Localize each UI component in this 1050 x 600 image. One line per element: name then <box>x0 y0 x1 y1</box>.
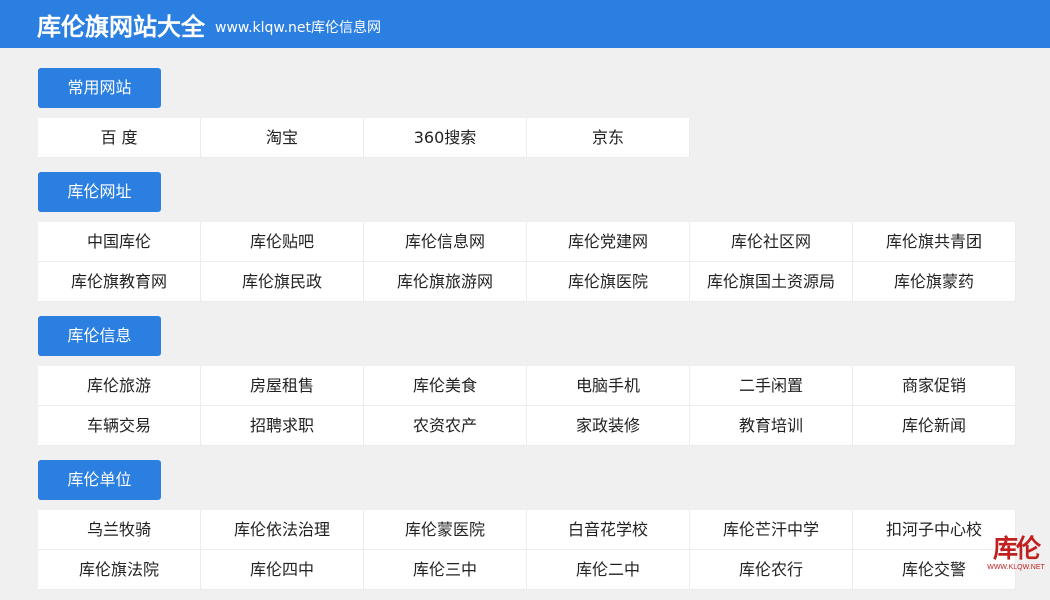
site-link[interactable]: 库伦旗蒙药 <box>853 262 1016 302</box>
site-link[interactable]: 乌兰牧骑 <box>38 510 201 550</box>
site-link[interactable]: 库伦旗教育网 <box>38 262 201 302</box>
site-link[interactable]: 库伦农行 <box>690 550 853 590</box>
site-link[interactable]: 库伦二中 <box>527 550 690 590</box>
page-title: 库伦旗网站大全 <box>37 12 205 41</box>
site-link[interactable]: 库伦芒汗中学 <box>690 510 853 550</box>
site-link[interactable]: 库伦蒙医院 <box>364 510 527 550</box>
link-section: 库伦单位乌兰牧骑 库伦依法治理 库伦蒙医院 白音花学校 库伦芒汗中学 扣河子中心校 库伦旗法… <box>38 460 1016 590</box>
site-link[interactable]: 库伦三中 <box>364 550 527 590</box>
site-link[interactable]: 库伦旗共青团 <box>853 222 1016 262</box>
site-link[interactable]: 库伦社区网 <box>690 222 853 262</box>
link-section: 常用网站百 度淘宝 360搜索 京东 <box>38 68 1015 158</box>
site-link[interactable]: 库伦党建网 <box>527 222 690 262</box>
logo-mark: 库伦 <box>992 534 1041 563</box>
section-header-button[interactable]: 库伦信息 <box>38 316 161 356</box>
site-link[interactable]: 库伦旗法院 <box>38 550 201 590</box>
site-link[interactable]: 房屋租售 <box>201 366 364 406</box>
link-section: 库伦信息库伦旅游 房屋租售 库伦美食 电脑手机 二手闲置 商家促销车辆交易 招聘求职 农资农产… <box>38 316 1016 446</box>
logo-url: WWW.KLQW.NET <box>987 564 1045 571</box>
site-link[interactable]: 库伦旗国土资源局 <box>690 262 853 302</box>
site-link[interactable]: 教育培训 <box>690 406 853 446</box>
site-link[interactable]: 库伦旗旅游网 <box>364 262 527 302</box>
site-link[interactable]: 库伦旗民政 <box>201 262 364 302</box>
link-grid: 库伦旅游 房屋租售 库伦美食 电脑手机 二手闲置 商家促销车辆交易 招聘求职 农资农产 家政装修… <box>38 366 1016 446</box>
site-link[interactable]: 农资农产 <box>364 406 527 446</box>
site-link[interactable]: 库伦新闻 <box>853 406 1016 446</box>
site-link[interactable]: 招聘求职 <box>201 406 364 446</box>
site-link[interactable]: 京东 <box>527 118 690 158</box>
site-link[interactable]: 白音花学校 <box>527 510 690 550</box>
site-link[interactable]: 中国库伦 <box>38 222 201 262</box>
site-logo[interactable]: 库伦 WWW.KLQW.NET <box>987 534 1045 596</box>
main-content: 常用网站百 度淘宝 360搜索 京东 库伦网址 中国库伦 库伦贴吧 库伦信息网 库伦党建网 库伦… <box>0 48 1050 590</box>
section-header-button[interactable]: 库伦网址 <box>38 172 161 212</box>
site-link[interactable]: 360搜索 <box>364 118 527 158</box>
site-link[interactable]: 家政装修 <box>527 406 690 446</box>
page-header: 库伦旗网站大全 www.klqw.net库伦信息网 <box>0 0 1050 48</box>
site-link[interactable]: 库伦美食 <box>364 366 527 406</box>
section-header-button[interactable]: 库伦单位 <box>38 460 161 500</box>
link-grid: 中国库伦 库伦贴吧 库伦信息网 库伦党建网 库伦社区网 库伦旗共青团库伦旗教育网 库伦旗民政… <box>38 222 1016 302</box>
site-link[interactable]: 淘宝 <box>201 118 364 158</box>
site-link[interactable]: 车辆交易 <box>38 406 201 446</box>
site-link[interactable]: 库伦依法治理 <box>201 510 364 550</box>
section-header-button[interactable]: 常用网站 <box>38 68 161 108</box>
site-url[interactable]: www.klqw.net库伦信息网 <box>215 17 381 37</box>
site-link[interactable]: 库伦四中 <box>201 550 364 590</box>
link-section: 库伦网址 中国库伦 库伦贴吧 库伦信息网 库伦党建网 库伦社区网 库伦旗共青团 库伦旗教育网库… <box>38 172 1016 302</box>
site-link[interactable]: 库伦贴吧 <box>201 222 364 262</box>
site-link[interactable]: 商家促销 <box>853 366 1016 406</box>
site-link[interactable]: 百 度 <box>38 118 201 158</box>
link-grid: 百 度淘宝 360搜索 京东 <box>38 118 1015 158</box>
site-link[interactable]: 库伦旅游 <box>38 366 201 406</box>
site-link[interactable]: 电脑手机 <box>527 366 690 406</box>
link-grid: 乌兰牧骑 库伦依法治理 库伦蒙医院 白音花学校 库伦芒汗中学 扣河子中心校 库伦旗法院 库伦四… <box>38 510 1016 590</box>
site-link[interactable]: 库伦信息网 <box>364 222 527 262</box>
site-link[interactable]: 二手闲置 <box>690 366 853 406</box>
site-link[interactable]: 库伦旗医院 <box>527 262 690 302</box>
